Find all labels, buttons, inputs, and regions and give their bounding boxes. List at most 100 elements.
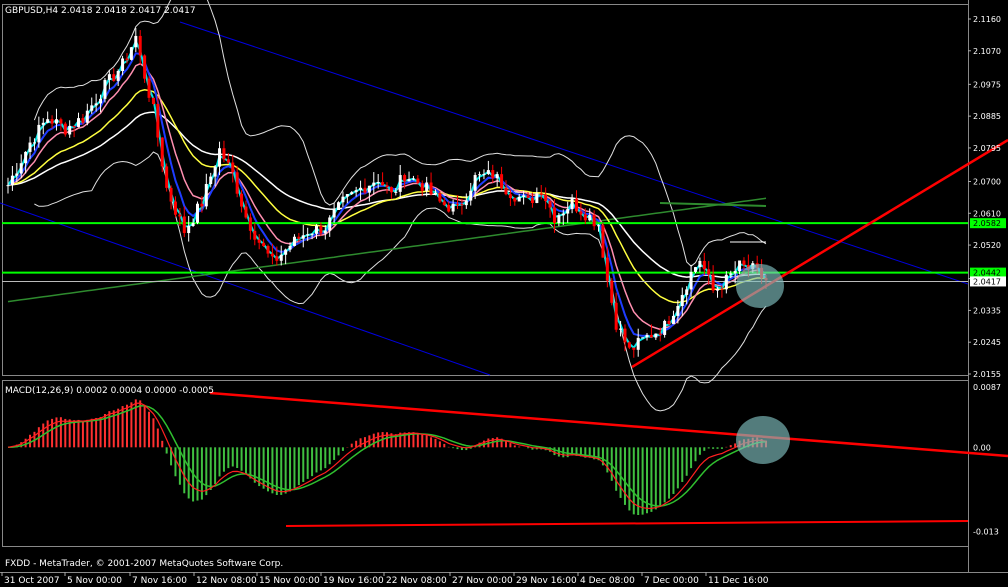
metatrader-chart[interactable]: 2.1160 2.1070 2.0975 2.0885 2.0795 2.0700 2.06… [0,0,1008,587]
candle-body [654,333,658,338]
price-tick-label: 2.0610 [973,209,1001,218]
candle-body [244,206,248,218]
candle-body [478,174,482,176]
candle-body [433,193,437,195]
time-tick-label: 15 Nov 00:00 [259,576,320,586]
macd-tick-label: 0.0087 [973,383,1001,392]
candle-body [165,166,169,188]
candle-body [733,270,737,274]
time-tick-label: 12 Nov 08:00 [196,576,257,586]
candle-body [6,185,10,187]
candle-body [226,159,230,163]
candle-body [544,194,548,202]
candle-body [579,211,583,215]
time-tick-label: 11 Dec 16:00 [708,576,769,586]
candle-body [698,260,702,268]
candle-body [32,142,36,144]
price-tick-label: 2.0795 [973,144,1001,153]
candle-body [253,230,257,240]
candle-body [464,200,468,206]
macd-info-label: MACD(12,26,9) 0.0002 0.0004 0.0000 -0.00… [5,386,214,396]
candle-body [689,271,693,290]
candle-body [151,97,155,104]
candle-body [328,217,332,231]
candle-body [416,178,420,184]
candle-body [561,213,565,216]
candle-body [407,179,411,182]
price-tick-label: 2.0975 [973,80,1001,89]
candle-body [10,175,14,186]
candle-body [81,118,85,123]
price-tick-label: 2.1070 [973,47,1001,56]
candle-body [341,196,345,203]
candle-body [376,181,380,183]
candle-body [729,273,733,275]
candle-body [645,334,649,338]
candle-body [372,182,376,186]
candle-body [711,274,715,291]
candle-body [41,122,45,125]
candle-body [288,245,292,250]
candle-body [72,125,76,127]
candle-body [720,288,724,290]
time-tick-label: 5 Nov 00:00 [67,576,122,586]
candle-body [575,198,578,212]
candle-body [495,174,499,179]
candle-body [363,187,367,193]
candle-body [138,35,142,56]
candle-body [663,320,667,335]
footer-copyright: FXDD - MetaTrader, © 2001-2007 MetaQuote… [5,559,283,569]
candle-body [680,294,684,307]
candle-body [248,217,252,231]
candle-body [438,193,442,202]
candle-body [482,173,486,175]
candle-body [548,201,552,208]
candle-body [535,193,539,203]
candle-body [121,58,125,72]
candle-body [297,236,301,239]
candle-body [103,79,107,99]
candle-body [301,235,305,239]
candle-body [46,119,50,123]
candle-body [623,328,627,343]
candle-body [451,203,455,212]
highlight-circle-price [736,264,784,308]
candle-body [394,191,398,193]
candle-body [583,214,587,221]
candle-body [323,230,327,234]
candle-body [63,123,67,135]
candle-body [716,288,720,291]
candle-body [491,170,495,179]
candle-body [500,174,504,188]
candle-body [403,175,407,182]
candle-body [116,71,120,81]
candle-body [420,183,424,191]
candle-body [54,119,58,124]
candle-body [354,190,358,193]
candle-body [24,151,28,164]
candle-body [182,216,186,234]
candle-body [143,55,147,79]
level-label-text: 2.0417 [973,277,1001,286]
candle-body [134,35,138,48]
candle-body [129,47,133,60]
candle-body [619,328,623,330]
candle-body [557,215,561,223]
price-tick-label: 2.0245 [973,338,1001,347]
candle-body [636,337,640,350]
candle-body [50,119,54,124]
candle-body [99,98,103,104]
candle-body [156,103,160,138]
candle-body [676,306,680,316]
candle-body [425,182,429,191]
candle-body [222,148,226,160]
time-tick-label: 22 Nov 08:00 [386,576,447,586]
time-tick-label: 7 Nov 16:00 [132,576,187,586]
candle-body [641,337,645,339]
candle-body [552,207,556,223]
time-tick-label: 31 Oct 2007 [4,576,60,586]
candle-body [275,256,279,261]
candle-body [160,137,164,167]
price-tick-label: 2.0700 [973,177,1001,186]
candle-body [218,148,222,167]
